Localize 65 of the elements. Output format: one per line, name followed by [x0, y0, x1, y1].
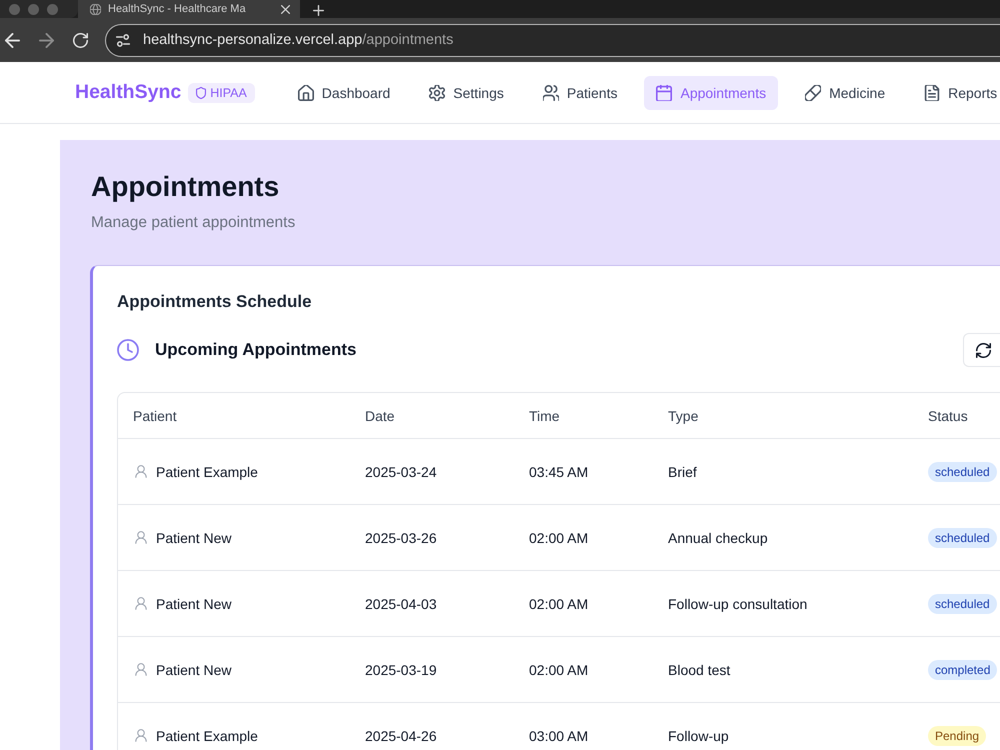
column-header: Status	[928, 408, 969, 424]
status-badge: Pending	[928, 726, 986, 746]
home-icon	[298, 84, 314, 100]
table-cell: 2025-03-26	[365, 530, 437, 546]
patient-name: Patient New	[156, 530, 232, 546]
badge-label: HIPAA	[210, 86, 247, 100]
refresh-icon	[976, 342, 991, 358]
plus-icon[interactable]	[313, 5, 324, 16]
table-cell: 02:00 AM	[529, 530, 588, 546]
browser-tab[interactable]: HealthSync - Healthcare Ma	[78, 0, 300, 18]
user-icon	[135, 465, 147, 478]
forward-arrow-icon[interactable]	[39, 32, 54, 48]
table-cell: 02:00 AM	[529, 662, 588, 678]
user-icon	[135, 729, 147, 742]
table-cell: Brief	[668, 464, 697, 480]
table-cell: Blood test	[668, 662, 730, 678]
pill-icon	[805, 84, 822, 100]
status-badge: completed	[928, 660, 998, 680]
refresh-button[interactable]	[963, 333, 1000, 367]
patient-name: Patient Example	[156, 728, 258, 744]
patient-name: Patient New	[156, 596, 232, 612]
table-cell: 2025-04-03	[365, 596, 437, 612]
table-cell: 2025-03-24	[365, 464, 437, 480]
user-icon	[135, 597, 147, 610]
patient-name: Patient Example	[156, 464, 258, 480]
column-header: Type	[668, 408, 700, 424]
user-icon	[135, 531, 147, 544]
nav-link[interactable]: Patients	[530, 76, 630, 110]
table-cell: 02:00 AM	[529, 596, 588, 612]
address-bar[interactable]: healthsync-personalize.vercel.app/appointments	[105, 24, 1000, 56]
table-cell: Follow-up	[668, 728, 729, 744]
nav-link[interactable]: Medicine	[793, 76, 898, 110]
close-icon[interactable]	[281, 4, 290, 14]
table-cell: 2025-03-19	[365, 662, 437, 678]
clock-icon	[117, 339, 139, 361]
card-title: Appointments Schedule	[117, 291, 313, 313]
status-badge: scheduled	[928, 594, 997, 614]
section-heading: Upcoming Appointments	[155, 339, 356, 361]
user-icon	[135, 663, 147, 676]
calendar-icon	[656, 84, 672, 100]
nav-link[interactable]: Dashboard	[286, 76, 402, 110]
reload-icon[interactable]	[73, 32, 88, 48]
status-badge: scheduled	[928, 462, 997, 482]
page-title: Appointments	[91, 170, 280, 204]
shield-icon	[196, 86, 206, 98]
patient-name: Patient New	[156, 662, 232, 678]
users-icon	[542, 84, 559, 100]
table-cell: Follow-up consultation	[668, 596, 808, 612]
nav-link[interactable]: Settings	[417, 76, 516, 110]
table-cell: 2025-04-26	[365, 728, 437, 744]
app-logo[interactable]: HealthSync	[75, 81, 182, 104]
column-header: Time	[529, 408, 561, 424]
sliders-icon[interactable]	[116, 34, 130, 46]
settings-icon	[429, 84, 446, 100]
column-header: Patient	[133, 408, 178, 424]
nav-link[interactable]: Appointments	[644, 76, 778, 110]
globe-icon	[90, 4, 101, 14]
page-subtitle: Manage patient appointments	[91, 213, 296, 233]
table-cell: 03:00 AM	[529, 728, 588, 744]
table-cell: Annual checkup	[668, 530, 768, 546]
nav-link[interactable]: Reports	[912, 76, 1000, 110]
table-cell: 03:45 AM	[529, 464, 588, 480]
column-header: Date	[365, 408, 396, 424]
status-badge: scheduled	[928, 528, 997, 548]
document-icon	[924, 84, 940, 100]
